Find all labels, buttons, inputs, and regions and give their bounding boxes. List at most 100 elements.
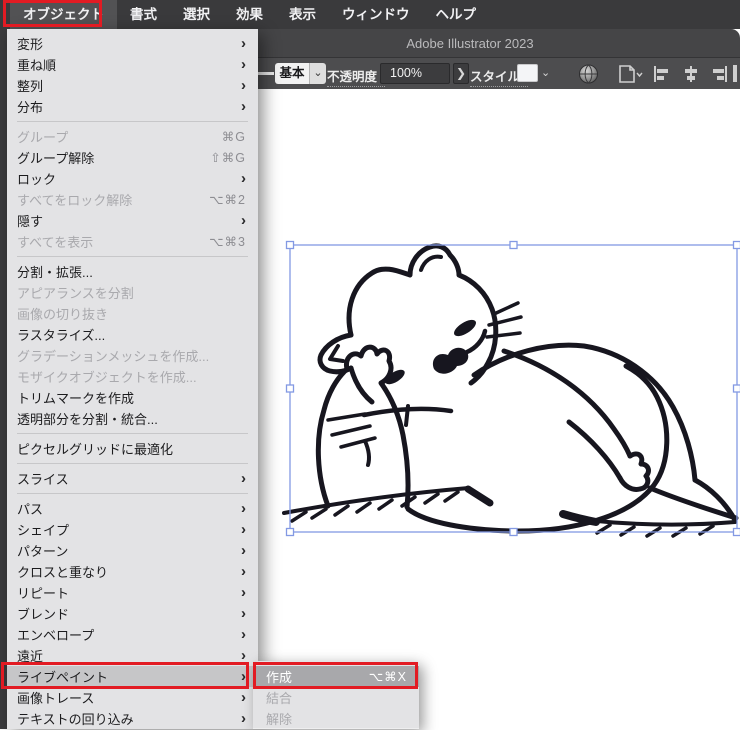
menu-item[interactable]: 透明部分を分割・統合...	[7, 408, 258, 429]
recolor-sphere-icon[interactable]	[577, 63, 600, 85]
chevron-down-icon[interactable]: ⌄	[309, 63, 326, 84]
align-center-icon[interactable]	[682, 63, 700, 85]
menu-separator	[17, 121, 248, 122]
menubar-item[interactable]: 書式	[117, 0, 170, 29]
menu-item[interactable]: 分布›	[7, 96, 258, 117]
menu-item-label: エンベロープ	[17, 625, 241, 644]
menu-item: すべてをロック解除⌥⌘2	[7, 189, 258, 210]
menubar-item[interactable]: オブジェクト	[10, 0, 117, 29]
menu-item[interactable]: クロスと重なり›	[7, 561, 258, 582]
menu-item[interactable]: ピクセルグリッドに最適化	[7, 438, 258, 459]
menu-item-label: 画像トレース	[17, 688, 241, 707]
menu-item[interactable]: ロック›	[7, 168, 258, 189]
menu-item-label: 変形	[17, 34, 241, 53]
menu-separator	[17, 463, 248, 464]
submenu-arrow-icon: ›	[241, 564, 246, 579]
submenu-arrow-icon: ›	[241, 522, 246, 537]
menu-item[interactable]: シェイプ›	[7, 519, 258, 540]
menu-item-label: シェイプ	[17, 520, 241, 539]
menu-item: グループ⌘G	[7, 126, 258, 147]
menu-item: 解除	[253, 708, 419, 729]
live-paint-submenu: 作成⌥⌘X結合解除	[253, 661, 419, 729]
menubar-item[interactable]: ウィンドウ	[329, 0, 423, 29]
submenu-arrow-icon: ›	[241, 627, 246, 642]
style-swatch[interactable]	[517, 64, 538, 82]
submenu-arrow-icon: ›	[241, 711, 246, 726]
menu-item-label: 隠す	[17, 211, 241, 230]
menu-item[interactable]: テキストの回り込み›	[7, 708, 258, 729]
menu-separator	[17, 493, 248, 494]
menu-item[interactable]: パス›	[7, 498, 258, 519]
menu-item[interactable]: 重ね順›	[7, 54, 258, 75]
menu-item: 画像の切り抜き	[7, 303, 258, 324]
menu-item-label: アピアランスを分割	[17, 283, 246, 302]
menu-item[interactable]: 隠す›	[7, 210, 258, 231]
opacity-expand-button[interactable]: ❯	[453, 63, 469, 84]
menu-item-label: ブレンド	[17, 604, 241, 623]
menubar-item[interactable]: 表示	[276, 0, 329, 29]
menu-item-label: 解除	[266, 709, 407, 728]
align-right-icon[interactable]	[711, 63, 729, 85]
menu-item[interactable]: ラスタライズ...	[7, 324, 258, 345]
menu-item[interactable]: スライス›	[7, 468, 258, 489]
submenu-arrow-icon: ›	[241, 585, 246, 600]
menu-item[interactable]: トリムマークを作成	[7, 387, 258, 408]
menu-shortcut: ⌘G	[222, 129, 246, 144]
menu-item-label: パス	[17, 499, 241, 518]
cat-drawing[interactable]	[284, 246, 736, 536]
menu-item[interactable]: 遠近›	[7, 645, 258, 666]
menu-item-label: リピート	[17, 583, 241, 602]
menu-item[interactable]: グループ解除⇧⌘G	[7, 147, 258, 168]
clipped-toolbar-icon	[733, 65, 737, 82]
window-title: Adobe Illustrator 2023	[406, 36, 533, 51]
stroke-style-select[interactable]: 基本	[275, 63, 309, 84]
menu-item[interactable]: 作成⌥⌘X	[253, 666, 419, 687]
selection-bounding-box[interactable]	[287, 242, 740, 536]
chevron-down-icon[interactable]: ⌄	[541, 66, 550, 79]
submenu-arrow-icon: ›	[241, 36, 246, 51]
cat-artwork[interactable]	[258, 89, 740, 730]
menu-item-label: ロック	[17, 169, 241, 188]
illustrator-window: Adobe Illustrator 2023 基本 ⌄ 不透明度 : 100% …	[200, 29, 740, 729]
menu-item: アピアランスを分割	[7, 282, 258, 303]
submenu-arrow-icon: ›	[241, 501, 246, 516]
menu-item[interactable]: 整列›	[7, 75, 258, 96]
menu-item-label: 重ね順	[17, 55, 241, 74]
menu-item[interactable]: エンベロープ›	[7, 624, 258, 645]
selection-handle[interactable]	[287, 242, 740, 536]
align-left-icon[interactable]	[652, 63, 670, 85]
menu-item[interactable]: ブレンド›	[7, 603, 258, 624]
menu-item-label: ピクセルグリッドに最適化	[17, 439, 246, 458]
menubar-item[interactable]: 選択	[170, 0, 223, 29]
menu-item-label: 作成	[266, 667, 369, 686]
titlebar[interactable]: Adobe Illustrator 2023	[200, 29, 740, 58]
menu-item-label: グループ	[17, 127, 222, 146]
menu-item-label: グラデーションメッシュを作成...	[17, 346, 246, 365]
submenu-arrow-icon: ›	[241, 171, 246, 186]
document-setup-icon[interactable]	[615, 63, 643, 85]
menubar-item[interactable]: 効果	[223, 0, 276, 29]
object-menu: 変形›重ね順›整列›分布›グループ⌘Gグループ解除⇧⌘Gロック›すべてをロック解…	[7, 29, 258, 729]
menu-item[interactable]: パターン›	[7, 540, 258, 561]
opacity-input[interactable]: 100%	[380, 63, 450, 84]
menu-separator	[17, 433, 248, 434]
control-bar: 基本 ⌄ 不透明度 : 100% ❯ スタイル : ⌄	[200, 58, 740, 90]
opacity-label[interactable]: 不透明度 :	[327, 66, 385, 87]
menu-item[interactable]: 分割・拡張...	[7, 261, 258, 282]
submenu-arrow-icon: ›	[241, 99, 246, 114]
menu-item-label: すべてを表示	[17, 232, 209, 251]
artboard[interactable]	[200, 89, 740, 729]
menu-item-label: 分布	[17, 97, 241, 116]
menu-item[interactable]: ライブペイント›	[7, 666, 258, 687]
menu-item-label: ライブペイント	[17, 667, 241, 686]
submenu-arrow-icon: ›	[241, 690, 246, 705]
menu-item-label: 整列	[17, 76, 241, 95]
menu-item[interactable]: リピート›	[7, 582, 258, 603]
menu-item-label: ラスタライズ...	[17, 325, 246, 344]
menu-item: 結合	[253, 687, 419, 708]
menu-item[interactable]: 画像トレース›	[7, 687, 258, 708]
menubar-item[interactable]: ヘルプ	[423, 0, 490, 29]
menu-item-label: パターン	[17, 541, 241, 560]
menu-item[interactable]: 変形›	[7, 33, 258, 54]
menu-shortcut: ⌥⌘3	[209, 234, 246, 249]
